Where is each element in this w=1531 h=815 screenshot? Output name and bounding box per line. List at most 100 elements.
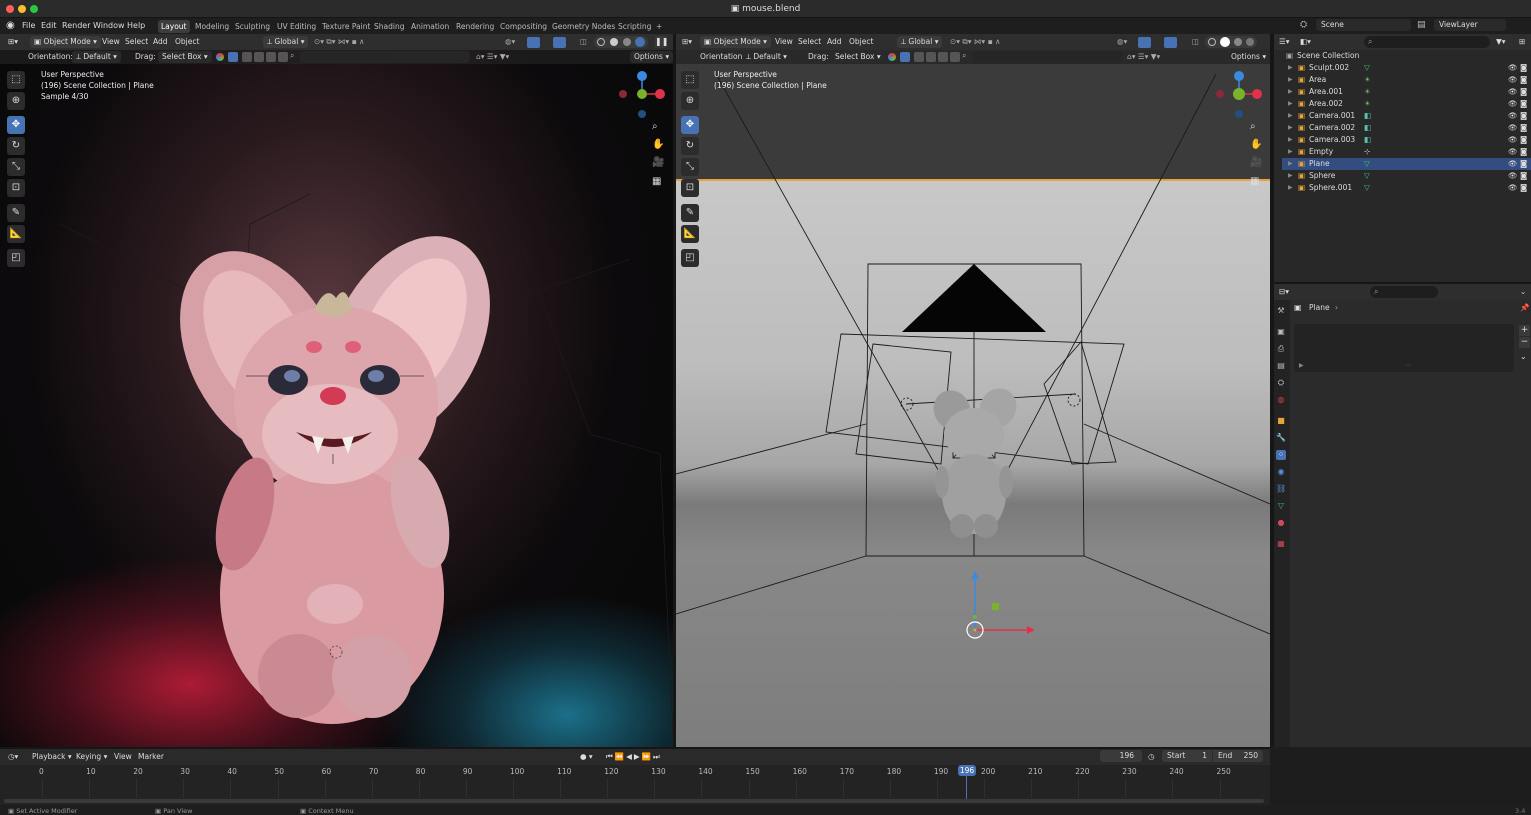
- select-extend-icon[interactable]: [914, 52, 924, 62]
- world-tab-icon[interactable]: ◍: [1276, 395, 1286, 405]
- tab-uv-editing[interactable]: UV Editing: [274, 20, 319, 33]
- constraints-tab-icon[interactable]: ⛓: [1276, 484, 1286, 494]
- transform-orientation-dropdown[interactable]: ⟂ Global ▾: [263, 36, 309, 48]
- select-mode-icons-right[interactable]: ⌕: [888, 51, 968, 62]
- render-camera-icon[interactable]: ◙: [1520, 62, 1527, 74]
- expand-arrow-icon[interactable]: ▶: [1288, 62, 1293, 74]
- expand-arrow-icon[interactable]: ▶: [1299, 362, 1304, 369]
- start-frame-field[interactable]: Start 1: [1162, 750, 1212, 762]
- tab-compositing[interactable]: Compositing: [497, 20, 550, 33]
- drag-dropdown-right[interactable]: Select Box ▾: [831, 51, 885, 63]
- outliner-row-camera-003[interactable]: ▶ ▣ Camera.003 ◧ 👁 ◙: [1282, 134, 1531, 146]
- orientation-dropdown-left[interactable]: ⟂ Default ▾: [72, 51, 121, 63]
- visibility-eye-icon[interactable]: 👁: [1508, 122, 1518, 134]
- render-camera-icon[interactable]: ◙: [1520, 98, 1527, 110]
- tab-shading[interactable]: Shading: [371, 20, 407, 33]
- select-new-icon[interactable]: [900, 52, 910, 62]
- gizmo-toggle-icon-right[interactable]: [1138, 37, 1151, 48]
- particles-tab-icon[interactable]: ⁘: [1276, 450, 1286, 460]
- select-box-tool-right[interactable]: ⬚: [681, 71, 699, 89]
- playback-controls[interactable]: ⏮⏪◀▶⏩⏭: [606, 751, 662, 763]
- expand-arrow-icon[interactable]: ▶: [1288, 74, 1293, 86]
- outliner-root-row[interactable]: ▣ Scene Collection: [1282, 50, 1531, 62]
- select-intersect-icon[interactable]: [950, 52, 960, 62]
- data-tab-icon[interactable]: ▽: [1276, 501, 1286, 511]
- search-icon[interactable]: ⌕: [962, 51, 966, 61]
- render-camera-icon[interactable]: ◙: [1520, 182, 1527, 194]
- pivot-snap-icons-right[interactable]: ⊙▾ ⧉▾ ⋈▾ ▪ ∧: [950, 36, 1001, 48]
- annotate-tool[interactable]: ✎: [7, 204, 25, 222]
- outliner-filter-icon[interactable]: ▼▾: [1496, 36, 1506, 48]
- scene-wireframe[interactable]: [676, 34, 1270, 747]
- data-light-icon[interactable]: ☀: [1364, 74, 1371, 86]
- rotate-tool-right[interactable]: ↻: [681, 137, 699, 155]
- physics-tab-icon[interactable]: ◉: [1276, 467, 1286, 477]
- data-mesh-icon[interactable]: ▽: [1364, 158, 1370, 170]
- rendered-shading-icon[interactable]: [1246, 38, 1254, 46]
- data-mesh-icon[interactable]: ▽: [1364, 62, 1370, 74]
- current-frame-field[interactable]: 196: [1100, 750, 1142, 762]
- render-camera-icon[interactable]: ◙: [1520, 134, 1527, 146]
- material-shading-icon[interactable]: [1234, 38, 1242, 46]
- render-camera-icon[interactable]: ◙: [1520, 74, 1527, 86]
- ortho-grid-icon-right[interactable]: ▦: [1250, 176, 1259, 187]
- navigation-gizmo-left[interactable]: [615, 66, 670, 121]
- expand-arrow-icon[interactable]: ▶: [1288, 146, 1293, 158]
- data-camera-icon[interactable]: ◧: [1364, 110, 1371, 122]
- clock-icon[interactable]: ◷: [1148, 751, 1155, 763]
- transform-orientation-dropdown-right[interactable]: ⟂ Global ▾: [897, 36, 943, 48]
- remove-item-button[interactable]: −: [1519, 337, 1530, 348]
- outliner-row-area-002[interactable]: ▶ ▣ Area.002 ☀ 👁 ◙: [1282, 98, 1531, 110]
- menu-object-right[interactable]: Object: [849, 36, 873, 48]
- properties-options-icon[interactable]: ⌄: [1520, 286, 1526, 298]
- material-shading-icon[interactable]: [623, 38, 631, 46]
- viewport-left-rendered[interactable]: [0, 34, 673, 747]
- tab-rendering[interactable]: Rendering: [453, 20, 497, 33]
- timeline-playback-menu[interactable]: Playback ▾: [32, 751, 72, 763]
- tab-sculpting[interactable]: Sculpting: [232, 20, 273, 33]
- measure-tool-right[interactable]: 📐: [681, 225, 699, 243]
- select-invert-icon[interactable]: [938, 52, 948, 62]
- visibility-eye-icon[interactable]: 👁: [1508, 86, 1518, 98]
- select-invert-icon[interactable]: [266, 52, 276, 62]
- render-camera-icon[interactable]: ◙: [1520, 170, 1527, 182]
- zoom-icon[interactable]: ⌕: [652, 121, 658, 132]
- shading-mode-group-right[interactable]: [1205, 36, 1257, 48]
- outliner-row-sphere-001[interactable]: ▶ ▣ Sphere.001 ▽ 👁 ◙: [1282, 182, 1531, 194]
- expand-arrow-icon[interactable]: ▶: [1288, 134, 1293, 146]
- material-tab-icon[interactable]: ●: [1276, 518, 1286, 528]
- scene-selector[interactable]: Scene: [1316, 19, 1411, 31]
- visibility-eye-icon[interactable]: 👁: [1508, 98, 1518, 110]
- outliner-row-plane[interactable]: ▶ ▣ Plane ▽ 👁 ◙: [1282, 158, 1531, 170]
- gizmo-toggle-icon[interactable]: [527, 37, 540, 48]
- add-cube-tool[interactable]: ◰: [7, 249, 25, 267]
- outliner-row-empty[interactable]: ▶ ▣ Empty ⊹ 👁 ◙: [1282, 146, 1531, 158]
- end-frame-field[interactable]: End 250: [1213, 750, 1263, 762]
- menu-help[interactable]: Help: [127, 18, 145, 34]
- rendered-mouse-model[interactable]: [0, 34, 673, 747]
- shading-mode-group[interactable]: [594, 36, 648, 48]
- timeline-scrollbar[interactable]: [4, 799, 1264, 803]
- render-camera-icon[interactable]: ◙: [1520, 122, 1527, 134]
- visibility-eye-icon[interactable]: 👁: [1508, 170, 1518, 182]
- new-collection-icon[interactable]: ⊞: [1519, 36, 1525, 48]
- tab-texture-paint[interactable]: Texture Paint: [319, 20, 373, 33]
- expand-arrow-icon[interactable]: ▶: [1288, 122, 1293, 134]
- cursor-tool[interactable]: ⊕: [7, 92, 25, 110]
- menu-select-right[interactable]: Select: [798, 36, 821, 48]
- resize-handle-icon[interactable]: ⋯: [1405, 362, 1411, 369]
- search-icon[interactable]: ⌕: [290, 51, 294, 61]
- menu-view-right[interactable]: View: [775, 36, 793, 48]
- menu-render[interactable]: Render: [62, 18, 90, 34]
- modifier-tab-icon[interactable]: 🔧: [1276, 433, 1286, 443]
- timeline-keying-menu[interactable]: Keying ▾: [76, 751, 107, 763]
- outliner-editor-type-icon[interactable]: ☰▾: [1279, 36, 1290, 48]
- xray-icon[interactable]: ◫: [580, 36, 587, 48]
- add-cube-tool-right[interactable]: ◰: [681, 249, 699, 267]
- timeline-marker-menu[interactable]: Marker: [138, 751, 164, 763]
- timeline-view-menu[interactable]: View: [114, 751, 132, 763]
- menu-file[interactable]: File: [22, 18, 35, 34]
- expand-arrow-icon[interactable]: ▶: [1288, 98, 1293, 110]
- scale-tool-right[interactable]: ⤡: [681, 158, 699, 176]
- filter-icons-left[interactable]: ⌂▾ ☰▾ ▼▾: [476, 51, 509, 63]
